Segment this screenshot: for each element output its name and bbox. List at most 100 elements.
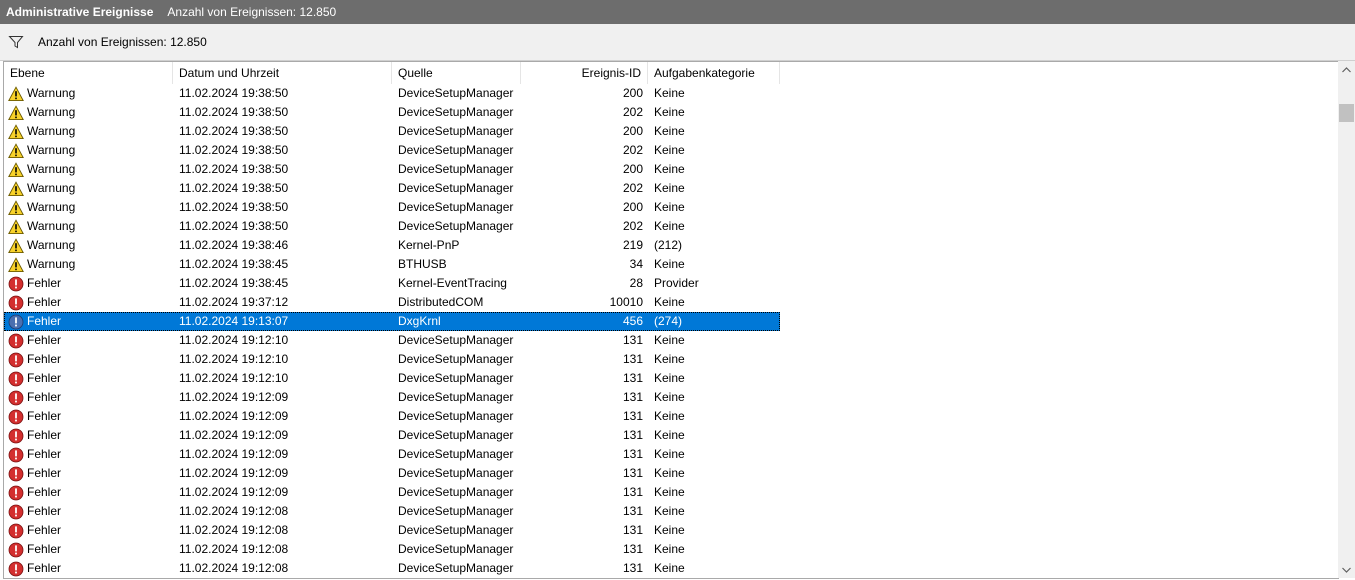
datetime-cell: 11.02.2024 19:12:09 [179, 390, 289, 404]
error-icon [8, 428, 24, 444]
source-cell: DeviceSetupManager [398, 428, 514, 442]
error-icon [8, 447, 24, 463]
task-category-cell: Keine [654, 219, 685, 233]
table-row[interactable]: Warnung 11.02.2024 19:38:50 DeviceSetupMan… [4, 103, 780, 122]
vertical-scrollbar[interactable] [1338, 61, 1355, 578]
event-id-cell: 131 [622, 485, 643, 499]
event-id-cell: 131 [622, 542, 643, 556]
error-icon [8, 466, 24, 482]
task-category-cell: Keine [654, 390, 685, 404]
column-header-task-category[interactable]: Aufgabenkategorie [648, 62, 780, 84]
table-row[interactable]: Warnung 11.02.2024 19:38:50 DeviceSetupMan… [4, 160, 780, 179]
table-row[interactable]: Warnung 11.02.2024 19:38:45 BTHUSB 34 Keine [4, 255, 780, 274]
filter-icon[interactable] [6, 32, 26, 52]
table-row[interactable]: Fehler 11.02.2024 19:12:09 DeviceSetupMana… [4, 426, 780, 445]
level-cell: Fehler [4, 483, 173, 502]
datetime-cell: 11.02.2024 19:12:08 [179, 542, 289, 556]
table-row[interactable]: Fehler 11.02.2024 19:12:09 DeviceSetupMana… [4, 388, 780, 407]
table-row[interactable]: Fehler 11.02.2024 19:12:08 DeviceSetupMana… [4, 559, 780, 578]
source-cell: DeviceSetupManager [398, 504, 514, 518]
error-icon [8, 504, 24, 520]
error-icon [8, 542, 24, 558]
table-row[interactable]: Warnung 11.02.2024 19:38:50 DeviceSetupMan… [4, 84, 780, 103]
event-id-cell: 131 [622, 447, 643, 461]
level-cell: Warnung [4, 84, 173, 103]
event-id-cell: 131 [622, 561, 643, 575]
level-cell: Fehler [4, 502, 173, 521]
task-category-cell: Keine [654, 105, 685, 119]
column-header-datetime[interactable]: Datum und Uhrzeit [173, 62, 392, 84]
table-row[interactable]: Fehler 11.02.2024 19:12:10 DeviceSetupMana… [4, 331, 780, 350]
task-category-cell: Keine [654, 295, 685, 309]
event-id-cell: 200 [622, 124, 643, 138]
event-id-cell: 200 [622, 86, 643, 100]
scroll-up-arrow-icon[interactable] [1338, 61, 1355, 78]
table-row[interactable]: Fehler 11.02.2024 19:12:09 DeviceSetupMana… [4, 464, 780, 483]
table-row[interactable]: Fehler 11.02.2024 19:13:07 DxgKrnl 456 (274) [4, 312, 780, 331]
table-row[interactable]: Warnung 11.02.2024 19:38:50 DeviceSetupMan… [4, 141, 780, 160]
source-cell: DeviceSetupManager [398, 143, 514, 157]
task-category-cell: Keine [654, 143, 685, 157]
event-id-cell: 131 [622, 428, 643, 442]
datetime-cell: 11.02.2024 19:37:12 [179, 295, 289, 309]
level-cell: Fehler [4, 350, 173, 369]
event-id-cell: 131 [622, 352, 643, 366]
scroll-down-arrow-icon[interactable] [1338, 561, 1355, 578]
task-category-cell: Keine [654, 371, 685, 385]
level-text: Fehler [27, 523, 62, 537]
event-id-cell: 202 [622, 143, 643, 157]
table-row[interactable]: Warnung 11.02.2024 19:38:50 DeviceSetupMan… [4, 217, 780, 236]
table-row[interactable]: Fehler 11.02.2024 19:12:08 DeviceSetupMana… [4, 521, 780, 540]
error-icon [8, 295, 24, 311]
table-row[interactable]: Fehler 11.02.2024 19:12:09 DeviceSetupMana… [4, 483, 780, 502]
warning-icon [8, 199, 24, 216]
table-row[interactable]: Warnung 11.02.2024 19:38:50 DeviceSetupMan… [4, 198, 780, 217]
event-id-cell: 131 [622, 390, 643, 404]
task-category-cell: Keine [654, 561, 685, 575]
event-id-cell: 131 [622, 523, 643, 537]
datetime-cell: 11.02.2024 19:12:08 [179, 561, 289, 575]
level-text: Warnung [27, 105, 76, 119]
source-cell: Kernel-PnP [398, 238, 460, 252]
table-row[interactable]: Fehler 11.02.2024 19:12:10 DeviceSetupMana… [4, 350, 780, 369]
source-cell: DeviceSetupManager [398, 390, 514, 404]
column-header-event-id[interactable]: Ereignis-ID [521, 62, 648, 84]
task-category-cell: Provider [654, 276, 699, 290]
error-icon [8, 561, 24, 577]
source-cell: DeviceSetupManager [398, 371, 514, 385]
task-category-cell: Keine [654, 124, 685, 138]
task-category-cell: Keine [654, 352, 685, 366]
table-row[interactable]: Fehler 11.02.2024 19:12:09 DeviceSetupMana… [4, 407, 780, 426]
datetime-cell: 11.02.2024 19:38:50 [179, 143, 289, 157]
scroll-thumb[interactable] [1339, 104, 1354, 122]
datetime-cell: 11.02.2024 19:12:10 [179, 352, 289, 366]
level-text: Warnung [27, 86, 76, 100]
table-row[interactable]: Fehler 11.02.2024 19:38:45 Kernel-EventTra… [4, 274, 780, 293]
level-cell: Fehler [4, 464, 173, 483]
source-cell: DeviceSetupManager [398, 124, 514, 138]
source-cell: DeviceSetupManager [398, 162, 514, 176]
level-text: Fehler [27, 428, 62, 442]
table-row[interactable]: Fehler 11.02.2024 19:12:08 DeviceSetupMana… [4, 540, 780, 559]
source-cell: DeviceSetupManager [398, 105, 514, 119]
table-row[interactable]: Fehler 11.02.2024 19:37:12 DistributedCOM 1… [4, 293, 780, 312]
table-row[interactable]: Warnung 11.02.2024 19:38:50 DeviceSetupMan… [4, 122, 780, 141]
level-cell: Fehler [4, 388, 173, 407]
column-header-level[interactable]: Ebene [4, 62, 173, 84]
source-cell: DeviceSetupManager [398, 200, 514, 214]
level-cell: Fehler [4, 445, 173, 464]
datetime-cell: 11.02.2024 19:38:50 [179, 200, 289, 214]
error-icon [8, 409, 24, 425]
table-row[interactable]: Warnung 11.02.2024 19:38:46 Kernel-PnP 219 (… [4, 236, 780, 255]
table-row[interactable]: Fehler 11.02.2024 19:12:09 DeviceSetupMana… [4, 445, 780, 464]
datetime-cell: 11.02.2024 19:13:07 [179, 314, 289, 328]
column-header-source[interactable]: Quelle [392, 62, 521, 84]
warning-icon [8, 85, 24, 102]
table-row[interactable]: Warnung 11.02.2024 19:38:50 DeviceSetupMan… [4, 179, 780, 198]
level-cell: Fehler [4, 521, 173, 540]
table-row[interactable]: Fehler 11.02.2024 19:12:08 DeviceSetupMana… [4, 502, 780, 521]
table-row[interactable]: Fehler 11.02.2024 19:12:10 DeviceSetupMana… [4, 369, 780, 388]
event-id-cell: 131 [622, 504, 643, 518]
window-title: Administrative Ereignisse [6, 5, 154, 19]
task-category-cell: Keine [654, 257, 685, 271]
